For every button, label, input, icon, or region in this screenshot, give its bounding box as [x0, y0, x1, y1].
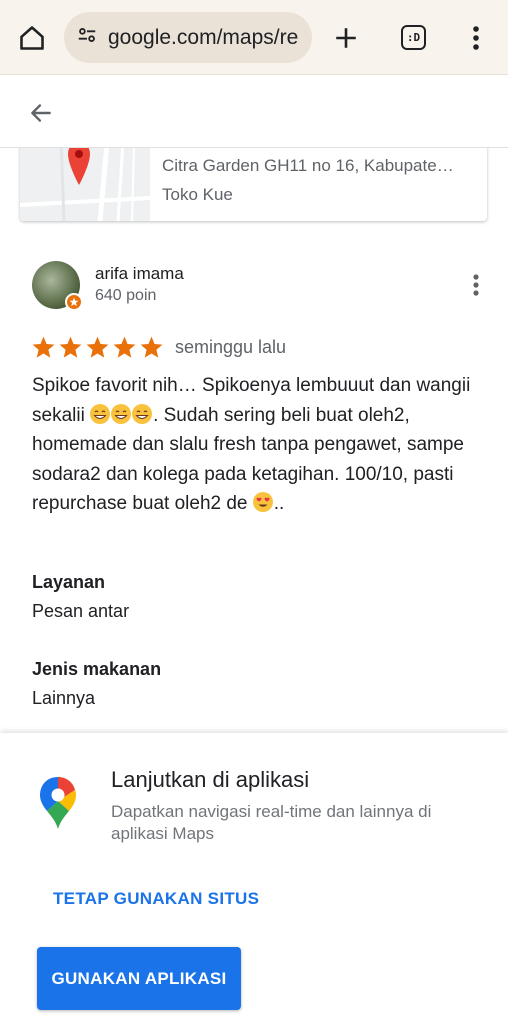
- attribute-value: Lainnya: [32, 688, 96, 708]
- star-icon: [113, 336, 136, 358]
- star-icon: [32, 336, 55, 358]
- open-in-app-sheet: Lanjutkan di aplikasi Dapatkan navigasi …: [0, 733, 508, 1024]
- review-time: seminggu lalu: [175, 337, 287, 357]
- use-app-button[interactable]: GUNAKAN APLIKASI: [37, 947, 241, 1010]
- home-icon[interactable]: [16, 22, 48, 54]
- reviewer-name[interactable]: arifa imama: [95, 264, 184, 284]
- place-category: Toko Kue: [162, 185, 233, 204]
- back-arrow-icon[interactable]: [26, 98, 56, 128]
- sheet-title: Lanjutkan di aplikasi: [111, 767, 310, 792]
- star-icon: [140, 336, 163, 358]
- reviewer-points: 640 poin: [95, 287, 157, 304]
- review-text: Spikoe favorit nih… Spikoenya lembuuut d…: [32, 371, 482, 519]
- sheet-description: Dapatkan navigasi real-time dan lainnya …: [111, 802, 432, 843]
- url-text: google.com/maps/re: [108, 25, 299, 49]
- avatar[interactable]: [32, 261, 83, 311]
- browser-menu-icon[interactable]: [462, 22, 490, 54]
- stay-on-site-button[interactable]: TETAP GUNAKAN SITUS: [38, 881, 274, 917]
- heart-eyes-face-icon: [252, 492, 273, 512]
- place-address: Citra Garden GH11 no 16, Kabupate…: [162, 156, 454, 175]
- star-rating: [31, 335, 164, 360]
- star-icon: [59, 336, 82, 358]
- site-settings-icon[interactable]: [76, 24, 98, 51]
- browser-toolbar: google.com/maps/re :D: [0, 0, 508, 75]
- grinning-face-icon: [111, 403, 132, 424]
- local-guide-badge-icon: [65, 293, 83, 311]
- address-bar[interactable]: google.com/maps/re: [64, 12, 312, 63]
- review-text-part-3: ..: [273, 493, 285, 514]
- star-icon: [86, 336, 109, 358]
- attribute-title: Layanan: [32, 572, 106, 592]
- review-more-icon[interactable]: [462, 270, 490, 300]
- new-tab-icon[interactable]: [330, 22, 362, 54]
- app-header: [0, 76, 508, 148]
- grinning-face-icon: [132, 403, 153, 424]
- tab-switcher-label: :D: [406, 31, 421, 44]
- tab-switcher-button[interactable]: :D: [401, 25, 426, 50]
- attribute-title: Jenis makanan: [32, 659, 162, 679]
- google-maps-logo-icon: [38, 775, 78, 831]
- grinning-face-icon: [90, 403, 111, 424]
- attribute-value: Pesan antar: [32, 601, 130, 621]
